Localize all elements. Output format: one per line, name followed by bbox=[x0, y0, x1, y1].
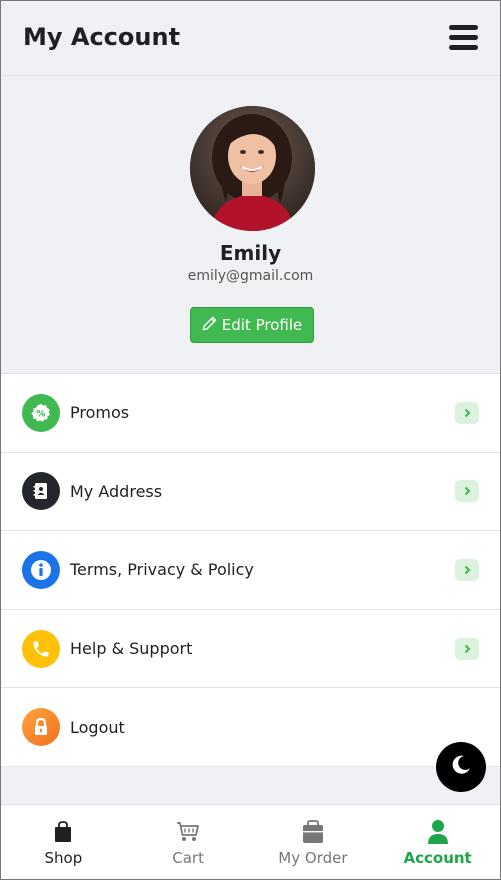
app-frame: My Account Emily emily@gmail.com Edit Pr… bbox=[0, 0, 501, 880]
tab-shop[interactable]: Shop bbox=[1, 805, 126, 879]
phone-icon bbox=[22, 629, 60, 668]
shopping-bag-icon bbox=[50, 819, 76, 845]
menu-item-label: Help & Support bbox=[70, 639, 193, 659]
tab-label: Cart bbox=[172, 849, 204, 867]
chevron-right-icon bbox=[455, 637, 479, 660]
tab-label: My Order bbox=[278, 849, 348, 867]
menu-item-label: Promos bbox=[70, 403, 130, 423]
tab-my-order[interactable]: My Order bbox=[251, 805, 376, 879]
chevron-right-icon bbox=[455, 558, 479, 581]
menu-item-label: Terms, Privacy & Policy bbox=[70, 560, 254, 580]
tab-label: Shop bbox=[44, 849, 83, 867]
account-menu: % Promos My Address Terms, Privacy & Pol… bbox=[1, 373, 500, 767]
chevron-right-icon bbox=[455, 480, 479, 503]
user-icon bbox=[425, 819, 451, 845]
profile-email: emily@gmail.com bbox=[187, 268, 314, 284]
dark-mode-toggle[interactable] bbox=[436, 742, 486, 792]
edit-profile-button[interactable]: Edit Profile bbox=[190, 307, 314, 343]
avatar bbox=[190, 106, 315, 231]
profile-name: Emily bbox=[219, 241, 282, 265]
order-icon bbox=[300, 819, 326, 845]
moon-icon bbox=[449, 753, 473, 781]
address-book-icon bbox=[22, 472, 60, 511]
menu-item-terms-privacy-policy[interactable]: Terms, Privacy & Policy bbox=[1, 531, 500, 610]
chevron-right-icon bbox=[455, 401, 479, 424]
hamburger-icon[interactable] bbox=[449, 25, 478, 51]
discount-icon: % bbox=[22, 393, 60, 432]
bottom-tab-bar: Shop Cart My Order Account bbox=[1, 804, 500, 879]
menu-item-my-address[interactable]: My Address bbox=[1, 453, 500, 532]
edit-profile-label: Edit Profile bbox=[221, 316, 303, 334]
page-title: My Account bbox=[23, 23, 181, 51]
tab-label: Account bbox=[403, 849, 472, 867]
menu-item-logout[interactable]: Logout bbox=[1, 688, 500, 767]
tab-cart[interactable]: Cart bbox=[126, 805, 251, 879]
profile-section: Emily emily@gmail.com Edit Profile bbox=[1, 76, 500, 373]
info-icon bbox=[22, 550, 60, 589]
cart-icon bbox=[175, 819, 201, 845]
pencil-icon bbox=[202, 316, 217, 335]
menu-item-label: My Address bbox=[70, 481, 163, 501]
svg-text:%: % bbox=[36, 408, 45, 419]
lock-icon bbox=[22, 708, 60, 747]
menu-item-label: Logout bbox=[70, 717, 125, 737]
menu-item-help-support[interactable]: Help & Support bbox=[1, 610, 500, 689]
app-header: My Account bbox=[1, 1, 500, 76]
menu-item-promos[interactable]: % Promos bbox=[1, 374, 500, 453]
tab-account[interactable]: Account bbox=[375, 805, 500, 879]
